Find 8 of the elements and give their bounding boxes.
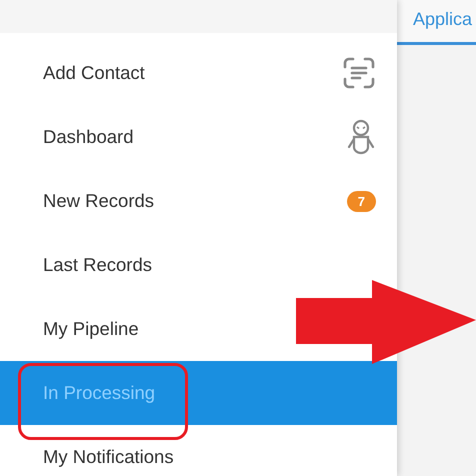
- sidebar-item[interactable]: Last Records: [0, 233, 397, 297]
- sidebar-item[interactable]: New Records 7: [0, 169, 397, 233]
- sidebar-item[interactable]: Add Contact: [0, 41, 397, 105]
- scan-icon: [342, 56, 376, 90]
- sidebar-item[interactable]: Dashboard: [0, 105, 397, 169]
- count-badge: 7: [346, 190, 376, 212]
- robot-icon: [346, 119, 376, 155]
- sidebar-item[interactable]: My Notifications: [0, 425, 397, 476]
